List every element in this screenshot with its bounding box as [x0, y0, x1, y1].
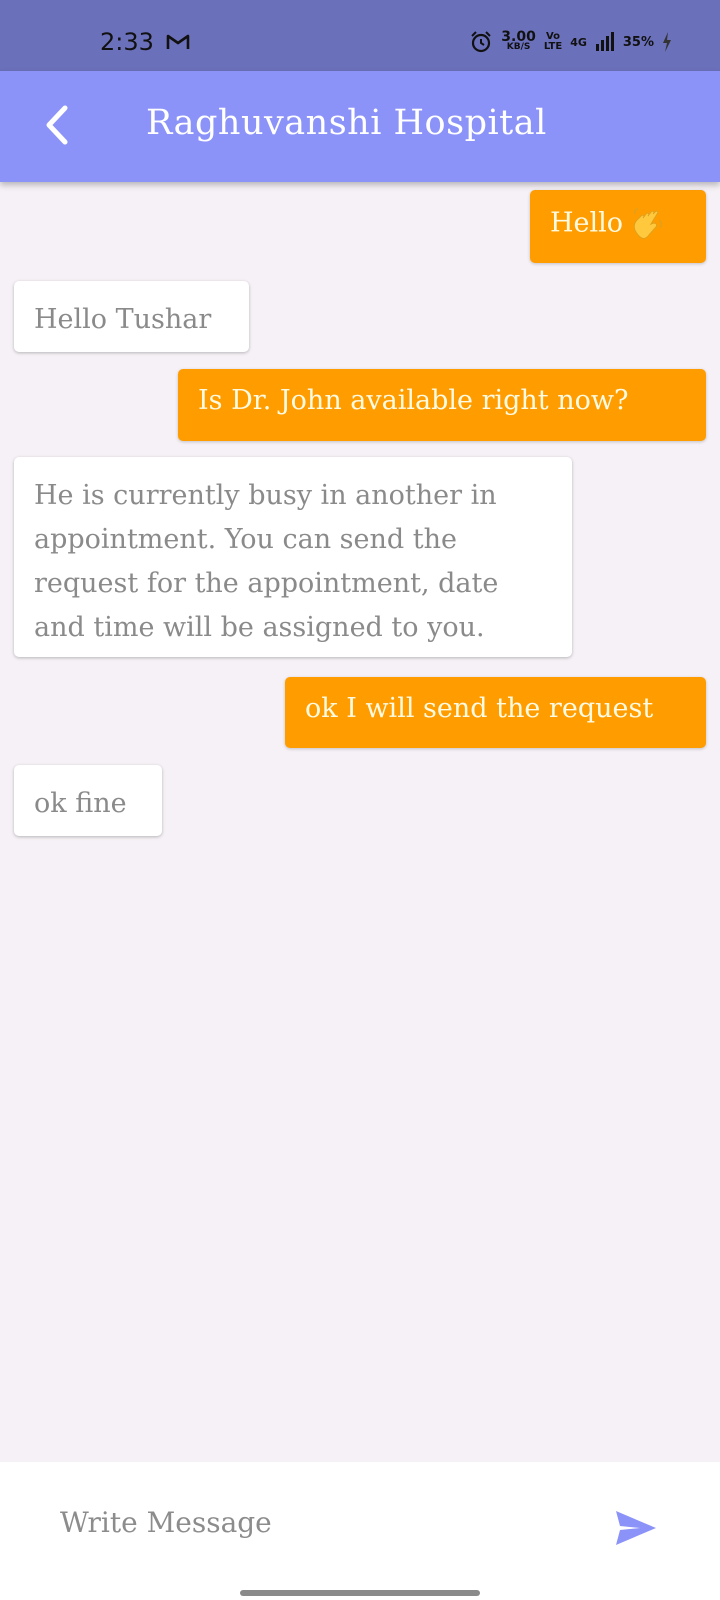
message-bubble-received: He is currently busy in another in appoi… [14, 457, 572, 657]
status-bar: 2:33 3.00 KB/S Vo LTE 4G 35% [0, 0, 720, 71]
network-speed-unit: KB/S [506, 42, 531, 52]
message-text: Is Dr. John available right now? [198, 385, 629, 416]
message-bubble-received: ok fine [14, 765, 162, 836]
back-button[interactable] [28, 97, 84, 153]
page-title: Raghuvanshi Hospital [146, 103, 547, 143]
message-text: Hello [550, 207, 624, 239]
app-bar: Raghuvanshi Hospital [0, 71, 720, 182]
message-text: He is currently busy in another in appoi… [34, 480, 499, 643]
network-speed-value: 3.00 [501, 29, 536, 45]
send-button[interactable] [606, 1498, 666, 1558]
waving-hand-icon [633, 208, 663, 239]
status-time: 2:33 [100, 28, 154, 56]
network-speed: 3.00 KB/S [501, 29, 536, 52]
battery-level: 35% [622, 34, 654, 50]
send-icon [616, 1511, 656, 1545]
message-text: ok fine [34, 788, 127, 819]
network-type: 4G [570, 35, 587, 49]
status-indicators: 3.00 KB/S Vo LTE 4G 35% [469, 30, 672, 54]
chat-message-list[interactable]: Hello Hello Tushar Is Dr. John available… [0, 182, 720, 1462]
gmail-icon [166, 34, 190, 49]
alarm-icon [471, 31, 491, 53]
message-bubble-sent: ok I will send the request [285, 677, 706, 748]
message-composer [0, 1462, 720, 1600]
home-indicator[interactable] [240, 1590, 480, 1596]
message-bubble-sent: Is Dr. John available right now? [178, 369, 706, 441]
message-input[interactable] [40, 1492, 620, 1552]
message-bubble-sent: Hello [530, 190, 706, 263]
message-text: ok I will send the request [305, 693, 654, 724]
message-bubble-received: Hello Tushar [14, 281, 249, 352]
volte-indicator: Vo LTE [544, 32, 562, 52]
message-text: Hello Tushar [34, 304, 212, 335]
charging-icon [663, 32, 671, 52]
chevron-left-icon [46, 105, 68, 145]
volte-bottom: LTE [543, 41, 563, 52]
signal-icon [595, 32, 614, 51]
